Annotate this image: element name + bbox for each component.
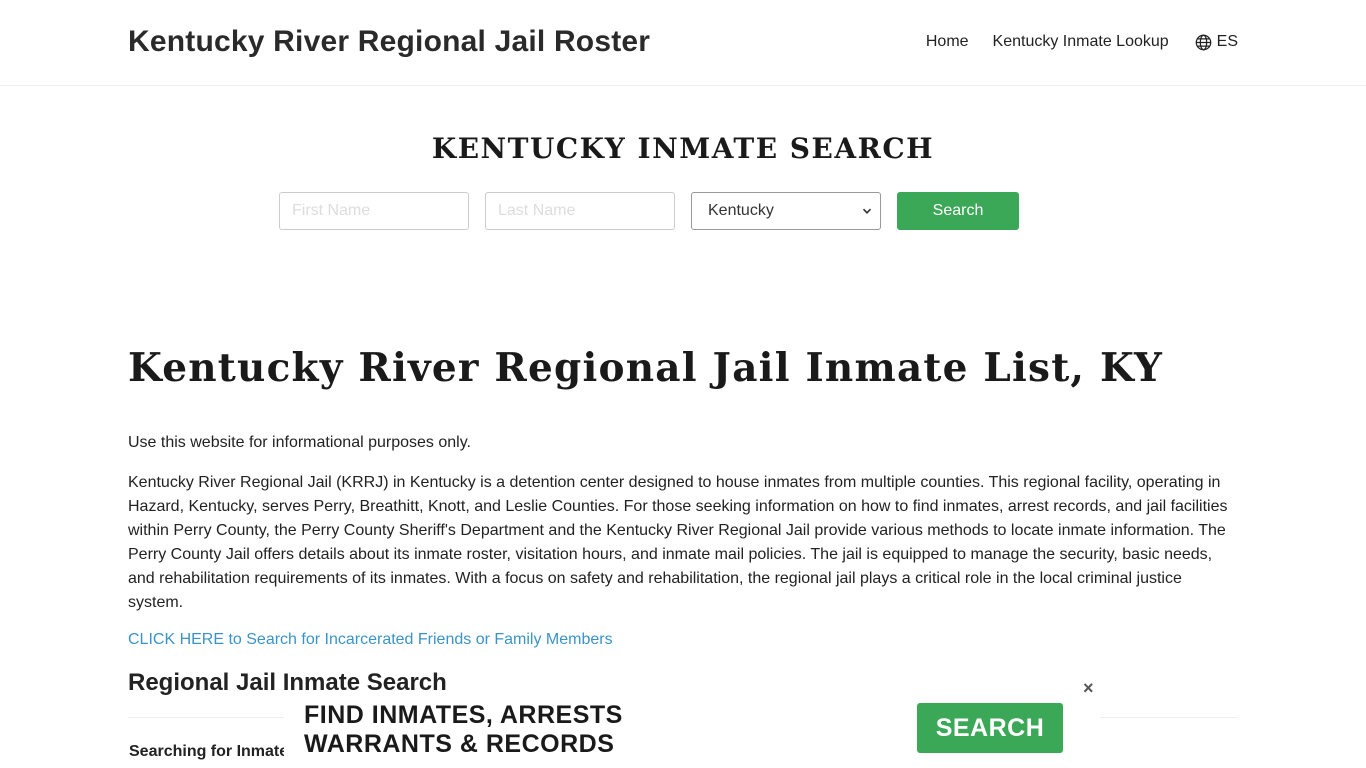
sub-section-label: Searching for Inmate [129, 743, 289, 760]
globe-icon [1195, 34, 1212, 50]
site-title[interactable]: Kentucky River Regional Jail Roster [128, 25, 650, 59]
page-title: Kentucky River Regional Jail Inmate List… [128, 345, 1164, 391]
ad-headline-line1: FIND INMATES, ARRESTS [304, 701, 623, 729]
chevron-down-icon [862, 208, 872, 214]
state-select-value: Kentucky [708, 202, 774, 219]
search-button[interactable]: Search [897, 192, 1019, 230]
description-text: Kentucky River Regional Jail (KRRJ) in K… [128, 474, 1228, 611]
state-select[interactable]: Kentucky [691, 192, 881, 230]
language-label: ES [1216, 33, 1238, 50]
inmate-search-section: KENTUCKY INMATE SEARCH Kentucky Search [0, 86, 1366, 316]
last-name-input[interactable] [485, 192, 675, 230]
ad-headline-line2: WARRANTS & RECORDS [304, 730, 615, 758]
search-form: Kentucky Search [279, 192, 1019, 230]
ad-search-button[interactable]: SEARCH [917, 703, 1063, 753]
search-title: KENTUCKY INMATE SEARCH [431, 132, 935, 165]
search-incarcerated-link[interactable]: CLICK HERE to Search for Incarcerated Fr… [128, 631, 1238, 649]
main-content: Kentucky River Regional Jail Inmate List… [128, 345, 1238, 697]
language-switch[interactable]: ES [1195, 33, 1238, 51]
nav-home-link[interactable]: Home [926, 33, 969, 51]
nav-inmate-lookup-link[interactable]: Kentucky Inmate Lookup [993, 33, 1169, 51]
first-name-input[interactable] [279, 192, 469, 230]
section-title: Regional Jail Inmate Search [128, 669, 447, 696]
site-header: Kentucky River Regional Jail Roster Home… [0, 0, 1366, 86]
disclaimer-text: Use this website for informational purpo… [128, 434, 471, 451]
close-icon[interactable]: × [1083, 679, 1094, 697]
main-nav: Home Kentucky Inmate Lookup ES [926, 33, 1238, 51]
ad-banner[interactable]: FIND INMATES, ARRESTS WARRANTS & RECORDS… [284, 700, 1100, 768]
